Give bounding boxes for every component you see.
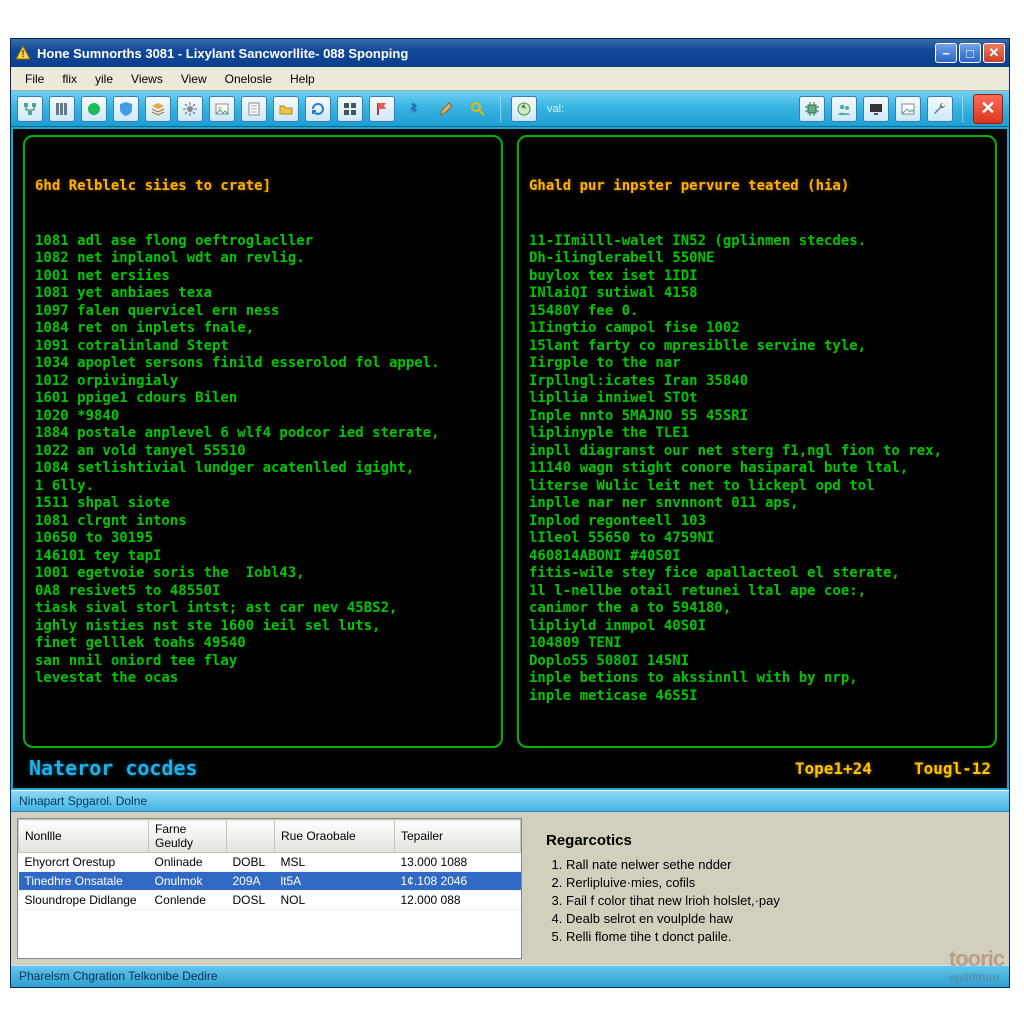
list-item: Rall nate nelwer sethe ndder <box>566 857 985 872</box>
statusbar: Pharelsm Chgration Telkonibe Dedire <box>11 965 1009 987</box>
lower-area: NonllleFarne GeuldyRue OraobaleTepailer … <box>11 812 1009 965</box>
notes-panel: Regarcotics Rall nate nelwer sethe ndder… <box>528 818 1003 959</box>
columns-icon[interactable] <box>49 96 75 122</box>
list-item: Fail f color tihat new lrioh holslet,·pa… <box>566 893 985 908</box>
console-footer-tope: Tope1+24 <box>795 759 872 778</box>
app-icon: ! <box>15 45 31 61</box>
close-button[interactable]: ✕ <box>983 43 1005 63</box>
layers-icon[interactable] <box>145 96 171 122</box>
screen-icon[interactable] <box>863 96 889 122</box>
console-left-pane: 6hd Relblelc siies to crate] 1081 adl as… <box>23 135 503 748</box>
console-left-title: 6hd Relblelc siies to crate] <box>35 178 491 196</box>
table-row[interactable]: Ehyorcrt OrestupOnlinadeDOBLMSL13.000 10… <box>19 853 521 872</box>
menu-flix[interactable]: flix <box>54 70 85 88</box>
console-area: 6hd Relblelc siies to crate] 1081 adl as… <box>11 127 1009 790</box>
section-header: Ninapart Spgarol. Dolne <box>11 790 1009 812</box>
toolbar: val: ✕ <box>11 91 1009 127</box>
console-left-body: 1081 adl ase flong oeftroglacller 1082 n… <box>35 233 491 688</box>
chip-icon[interactable] <box>799 96 825 122</box>
flag-icon[interactable] <box>369 96 395 122</box>
menu-help[interactable]: Help <box>282 70 323 88</box>
menu-views[interactable]: Views <box>123 70 171 88</box>
tree-icon[interactable] <box>17 96 43 122</box>
list-item: Dealb selrot en voulplde haw <box>566 911 985 926</box>
folder-icon[interactable] <box>273 96 299 122</box>
globe-icon[interactable] <box>81 96 107 122</box>
svg-text:!: ! <box>21 49 24 60</box>
toolbar-close-button[interactable]: ✕ <box>973 94 1003 124</box>
list-item: Relli flome tihe t donct palile. <box>566 929 985 944</box>
menubar: File flix yile Views View Onelosle Help <box>11 67 1009 91</box>
search-icon[interactable] <box>465 96 491 122</box>
image-icon[interactable] <box>895 96 921 122</box>
compass-icon[interactable] <box>511 96 537 122</box>
table-header[interactable]: Tepailer <box>395 820 521 853</box>
maximize-button[interactable]: □ <box>959 43 981 63</box>
people-icon[interactable] <box>831 96 857 122</box>
console-right-pane: Ghald pur inpster pervure teated (hia) 1… <box>517 135 997 748</box>
console-footer-label: Nateror cocdes <box>29 756 198 780</box>
menu-yile[interactable]: yile <box>87 70 121 88</box>
console-right-title: Ghald pur inpster pervure teated (hia) <box>529 178 985 196</box>
table-header[interactable]: Rue Oraobale <box>275 820 395 853</box>
grid-icon[interactable] <box>337 96 363 122</box>
table-header[interactable] <box>227 820 275 853</box>
app-window: ! Hone Sumnorths 3081 - Lixylant Sancwor… <box>10 38 1010 988</box>
pencil-icon[interactable] <box>433 96 459 122</box>
console-right-body: 11-IImilll-walet IN52 (gplinmen stecdes.… <box>529 233 985 706</box>
data-table: NonllleFarne GeuldyRue OraobaleTepailer … <box>17 818 522 959</box>
refresh-icon[interactable] <box>305 96 331 122</box>
menu-onelosle[interactable]: Onelosle <box>217 70 280 88</box>
gear-icon[interactable] <box>177 96 203 122</box>
minimize-button[interactable]: − <box>935 43 957 63</box>
table-row[interactable]: Sloundrope DidlangeConlendeDOSLNOL12.000… <box>19 891 521 910</box>
shield-icon[interactable] <box>113 96 139 122</box>
menu-file[interactable]: File <box>17 70 52 88</box>
tack-icon[interactable] <box>401 96 427 122</box>
window-title: Hone Sumnorths 3081 - Lixylant Sancworll… <box>37 46 408 61</box>
table-header[interactable]: Nonllle <box>19 820 149 853</box>
titlebar: ! Hone Sumnorths 3081 - Lixylant Sancwor… <box>11 39 1009 67</box>
menu-view[interactable]: View <box>173 70 215 88</box>
list-item: Rerlipluive·mies, cofils <box>566 875 985 890</box>
wrench-icon[interactable] <box>927 96 953 122</box>
picture-icon[interactable] <box>209 96 235 122</box>
table-header[interactable]: Farne Geuldy <box>149 820 227 853</box>
sheet-icon[interactable] <box>241 96 267 122</box>
notes-title: Regarcotics <box>546 832 985 849</box>
table-row[interactable]: Tinedhre OnsataleOnulmok209Alt5A1¢.108 2… <box>19 872 521 891</box>
notes-list: Rall nate nelwer sethe ndder Rerlipluive·… <box>546 857 985 944</box>
toolbar-search-label: val: <box>543 103 564 115</box>
console-footer-tougl: Tougl-12 <box>914 759 991 778</box>
